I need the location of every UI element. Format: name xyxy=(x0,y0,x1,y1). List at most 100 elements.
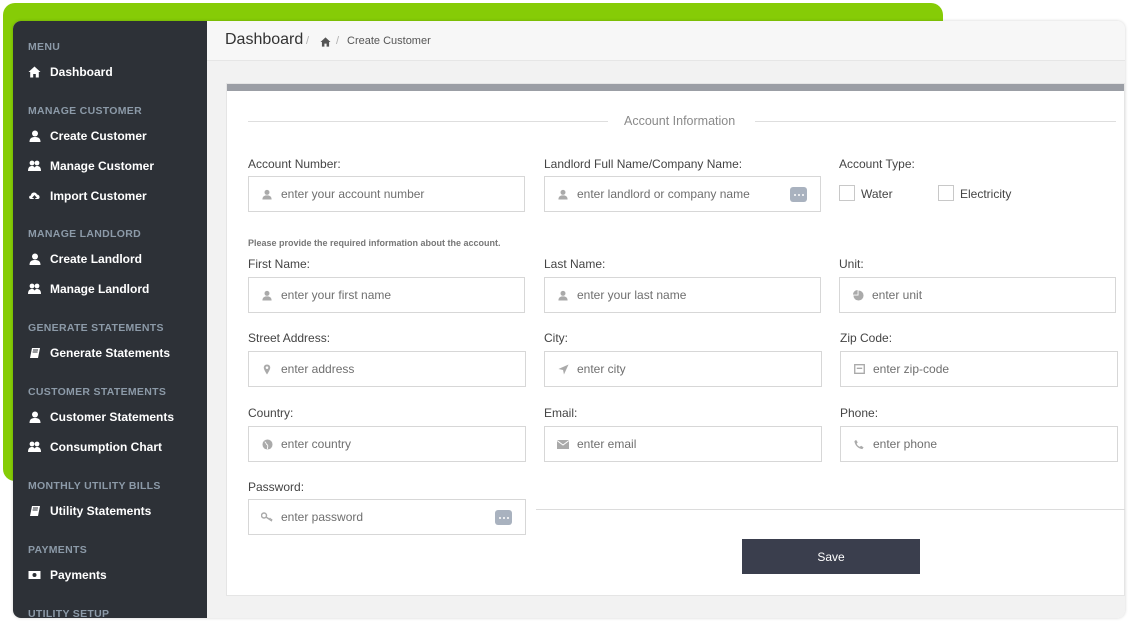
sidebar-item-create-landlord[interactable]: Create Landlord xyxy=(28,249,203,269)
sidebar-item-label: Create Landlord xyxy=(50,252,143,266)
account-number-field[interactable]: enter your account number xyxy=(248,176,525,212)
sidebar-item-import-customer[interactable]: Import Customer xyxy=(28,186,203,206)
sidebar: MENU Dashboard MANAGE CUSTOMER Create Cu… xyxy=(13,21,207,618)
street-address-placeholder: enter address xyxy=(281,362,355,376)
phone-icon xyxy=(853,438,865,450)
sidebar-item-generate-statements[interactable]: Generate Statements xyxy=(28,343,203,363)
sidebar-item-manage-customer[interactable]: Manage Customer xyxy=(28,156,203,176)
sidebar-section-menu: MENU xyxy=(28,41,61,53)
unit-placeholder: enter unit xyxy=(872,288,923,302)
sidebar-item-dashboard[interactable]: Dashboard xyxy=(28,62,203,82)
sidebar-section-customer-statements: CUSTOMER STATEMENTS xyxy=(28,386,167,398)
password-label: Password: xyxy=(248,480,305,494)
user-icon xyxy=(28,130,41,142)
users-icon xyxy=(28,160,41,172)
top-bar: Dashboard / / Create Customer xyxy=(207,21,1125,61)
save-button[interactable]: Save xyxy=(742,539,920,574)
water-checkbox[interactable] xyxy=(839,185,855,201)
breadcrumb-home-icon[interactable] xyxy=(320,34,331,52)
home-icon xyxy=(28,66,41,78)
form-legend: Account Information xyxy=(624,114,736,128)
email-field[interactable]: enter email xyxy=(544,426,822,462)
zip-code-placeholder: enter zip-code xyxy=(873,362,950,376)
water-checkbox-label: Water xyxy=(861,187,893,201)
sidebar-item-label: Customer Statements xyxy=(50,410,175,424)
sidebar-item-label: Consumption Chart xyxy=(50,440,162,454)
pie-chart-icon xyxy=(852,289,864,301)
sidebar-item-customer-statements[interactable]: Customer Statements xyxy=(28,407,203,427)
breadcrumb-current: Create Customer xyxy=(347,35,431,47)
email-placeholder: enter email xyxy=(577,437,637,451)
legend-rule-right xyxy=(755,121,1116,122)
unit-field[interactable]: enter unit xyxy=(839,277,1116,313)
cloud-upload-icon xyxy=(28,190,41,202)
breadcrumb-separator: / xyxy=(306,35,310,47)
landlord-label: Landlord Full Name/Company Name: xyxy=(544,157,743,171)
city-field[interactable]: enter city xyxy=(544,351,822,387)
country-field[interactable]: enter country xyxy=(248,426,526,462)
password-field[interactable]: enter password xyxy=(248,499,526,535)
country-label: Country: xyxy=(248,406,294,420)
electricity-checkbox[interactable] xyxy=(938,185,954,201)
money-icon xyxy=(28,569,41,581)
zip-code-field[interactable]: enter zip-code xyxy=(840,351,1118,387)
globe-icon xyxy=(261,438,273,450)
landlord-field[interactable]: enter landlord or company name xyxy=(544,176,821,212)
first-name-field[interactable]: enter your first name xyxy=(248,277,525,313)
form-note: Please provide the required information … xyxy=(248,238,501,248)
panel-top-bar xyxy=(227,84,1124,91)
map-marker-icon xyxy=(261,363,273,375)
main-content: Dashboard / / Create Customer Account In… xyxy=(207,21,1125,618)
first-name-label: First Name: xyxy=(248,257,311,271)
book-icon xyxy=(28,347,41,359)
autofill-dots-icon[interactable] xyxy=(495,510,512,525)
sidebar-item-label: Payments xyxy=(50,568,107,582)
breadcrumb-separator: / xyxy=(336,35,340,47)
sidebar-item-label: Import Customer xyxy=(50,189,147,203)
sidebar-item-manage-landlord[interactable]: Manage Landlord xyxy=(28,279,203,299)
street-address-field[interactable]: enter address xyxy=(248,351,526,387)
sidebar-section-payments: PAYMENTS xyxy=(28,544,87,556)
sidebar-item-payments[interactable]: Payments xyxy=(28,565,203,585)
sidebar-item-utility-statements[interactable]: Utility Statements xyxy=(28,501,203,521)
sidebar-section-manage-customer: MANAGE CUSTOMER xyxy=(28,105,142,117)
sidebar-item-consumption-chart[interactable]: Consumption Chart xyxy=(28,437,203,457)
form-actions-divider xyxy=(536,509,1125,510)
sidebar-item-label: Dashboard xyxy=(50,65,113,79)
sidebar-item-create-customer[interactable]: Create Customer xyxy=(28,126,203,146)
create-customer-form: Account Information Account Number: ente… xyxy=(226,83,1125,596)
inbox-icon xyxy=(853,363,865,375)
legend-rule-left xyxy=(248,121,608,122)
zip-code-label: Zip Code: xyxy=(840,331,893,345)
user-icon xyxy=(557,188,569,200)
account-number-placeholder: enter your account number xyxy=(281,187,425,201)
street-address-label: Street Address: xyxy=(248,331,331,345)
sidebar-section-manage-landlord: MANAGE LANDLORD xyxy=(28,228,141,240)
city-label: City: xyxy=(544,331,568,345)
last-name-placeholder: enter your last name xyxy=(577,288,687,302)
first-name-placeholder: enter your first name xyxy=(281,288,392,302)
phone-placeholder: enter phone xyxy=(873,437,938,451)
country-placeholder: enter country xyxy=(281,437,352,451)
account-type-label: Account Type: xyxy=(839,157,915,171)
screenshot-stage: MENU Dashboard MANAGE CUSTOMER Create Cu… xyxy=(0,0,1133,642)
sidebar-item-label: Manage Landlord xyxy=(50,282,150,296)
account-number-label: Account Number: xyxy=(248,157,341,171)
user-icon xyxy=(28,253,41,265)
book-icon xyxy=(28,505,41,517)
envelope-icon xyxy=(557,438,569,450)
autofill-dots-icon[interactable] xyxy=(790,187,807,202)
last-name-field[interactable]: enter your last name xyxy=(544,277,821,313)
key-icon xyxy=(261,511,273,523)
user-icon xyxy=(261,188,273,200)
phone-field[interactable]: enter phone xyxy=(840,426,1118,462)
sidebar-section-monthly-utility-bills: MONTHLY UTILITY BILLS xyxy=(28,480,161,492)
users-icon xyxy=(28,441,41,453)
sidebar-section-generate-statements: GENERATE STATEMENTS xyxy=(28,322,164,334)
last-name-label: Last Name: xyxy=(544,257,606,271)
phone-label: Phone: xyxy=(840,406,879,420)
users-icon xyxy=(28,283,41,295)
sidebar-item-label: Manage Customer xyxy=(50,159,155,173)
sidebar-section-utility-setup: UTILITY SETUP xyxy=(28,608,110,618)
unit-label: Unit: xyxy=(839,257,864,271)
